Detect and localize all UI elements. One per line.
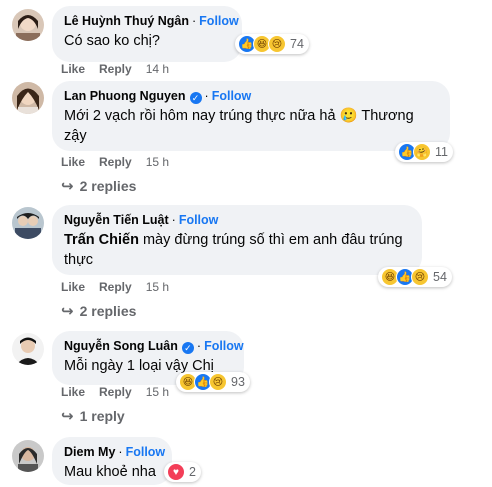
comment-bubble: Diem My · Follow Mau khoẻ nha [52, 437, 172, 485]
view-replies-link[interactable]: ↪ 1 reply [61, 407, 125, 425]
comment-actions: Like Reply 14 h [61, 62, 183, 76]
view-replies-link[interactable]: ↪ 2 replies [61, 177, 136, 195]
commenter-name[interactable]: Diem My [64, 445, 115, 459]
comment-actions: Like Reply 15 h [61, 155, 183, 169]
replies-label: 1 reply [79, 408, 125, 424]
reaction-count: 54 [433, 270, 447, 284]
comment-bubble: Nguyễn Tiến Luật · Follow Trấn Chiến mày đ… [52, 205, 422, 275]
like-button[interactable]: Like [61, 280, 85, 294]
avatar[interactable] [12, 82, 44, 114]
love-icon: ♥ [167, 463, 185, 481]
sad-icon: 😢 [411, 268, 429, 286]
like-button[interactable]: Like [61, 155, 85, 169]
avatar[interactable] [12, 333, 44, 365]
comment-text: mày đừng trúng số thì em anh đâu trúng [138, 232, 403, 248]
follow-link[interactable]: Follow [126, 445, 166, 459]
timestamp[interactable]: 14 h [146, 62, 169, 76]
timestamp[interactable]: 15 h [146, 280, 169, 294]
comment-text: Có sao ko chị? [64, 33, 160, 49]
mention-link[interactable]: Trấn Chiến [64, 232, 139, 248]
comment-text-continued: thực [64, 252, 94, 268]
timestamp[interactable]: 15 h [146, 385, 169, 399]
verified-badge-icon: ✓ [181, 342, 194, 354]
follow-link[interactable]: Follow [204, 339, 244, 353]
verified-badge-icon: ✓ [189, 92, 202, 104]
reaction-summary[interactable]: 😆 👍 😢 54 [378, 267, 452, 287]
follow-link[interactable]: Follow [199, 14, 239, 28]
reaction-summary[interactable]: 👍 🤗 11 [395, 142, 453, 162]
reply-arrow-icon: ↪ [61, 408, 74, 425]
reaction-count: 2 [189, 465, 196, 479]
commenter-name[interactable]: Lan Phuong Nguyen [64, 89, 186, 103]
reply-arrow-icon: ↪ [61, 178, 74, 195]
commenter-name[interactable]: Lê Huỳnh Thuý Ngân [64, 14, 189, 28]
avatar[interactable] [12, 207, 44, 239]
reaction-summary[interactable]: 😆 👍 😢 93 [176, 372, 250, 392]
reply-button[interactable]: Reply [99, 385, 132, 399]
comment-bubble: Lan Phuong Nguyen ✓ · Follow Mới 2 vạch rồi… [52, 81, 450, 151]
avatar[interactable] [12, 440, 44, 472]
reaction-count: 74 [290, 37, 304, 51]
like-button[interactable]: Like [61, 385, 85, 399]
reply-button[interactable]: Reply [99, 155, 132, 169]
like-button[interactable]: Like [61, 62, 85, 76]
avatar[interactable] [12, 9, 44, 41]
sad-icon: 😢 [268, 35, 286, 53]
comment-actions: Like Reply 15 h [61, 385, 183, 399]
reaction-count: 93 [231, 375, 245, 389]
reply-button[interactable]: Reply [99, 280, 132, 294]
reaction-summary[interactable]: 👍 😆 😢 74 [235, 34, 309, 54]
commenter-name[interactable]: Nguyễn Song Luân [64, 339, 178, 353]
comment-text: Mới 2 vạch rồi hôm nay trúng thực nữa hả… [64, 108, 414, 124]
comment-bubble: Lê Huỳnh Thuý Ngân · Follow Có sao ko chị? [52, 6, 242, 62]
follow-link[interactable]: Follow [212, 89, 252, 103]
reply-button[interactable]: Reply [99, 62, 132, 76]
care-icon: 🤗 [413, 143, 431, 161]
replies-label: 2 replies [79, 178, 137, 194]
comment-text-continued: zậy [64, 128, 87, 144]
view-replies-link[interactable]: ↪ 2 replies [61, 302, 136, 320]
reaction-summary[interactable]: ♥ 2 [164, 462, 201, 482]
sad-icon: 😢 [209, 373, 227, 391]
reply-arrow-icon: ↪ [61, 303, 74, 320]
comment-text: Mau khoẻ nha [64, 464, 156, 480]
reaction-count: 11 [435, 145, 448, 159]
timestamp[interactable]: 15 h [146, 155, 169, 169]
commenter-name[interactable]: Nguyễn Tiến Luật [64, 213, 169, 227]
comment-actions: Like Reply 15 h [61, 280, 183, 294]
follow-link[interactable]: Follow [179, 213, 219, 227]
replies-label: 2 replies [79, 303, 137, 319]
